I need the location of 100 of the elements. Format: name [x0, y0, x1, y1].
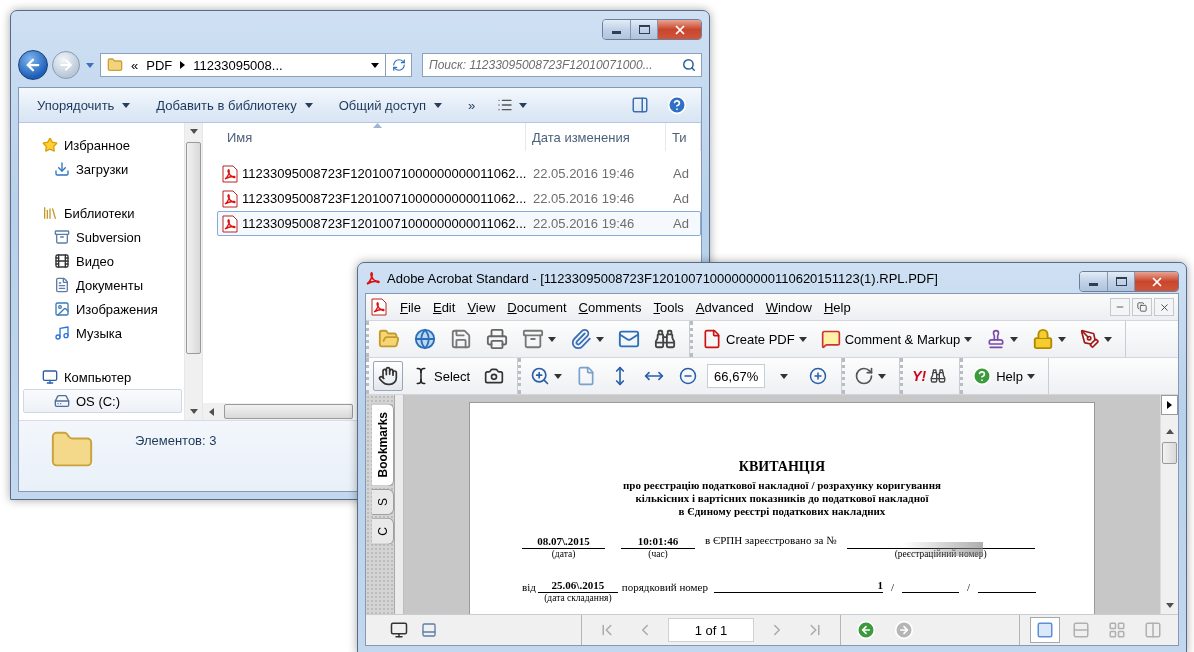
- pen-icon: [1080, 329, 1101, 349]
- preview-pane-icon: [631, 96, 649, 114]
- document-icon: [370, 298, 388, 316]
- column-header[interactable]: Ти: [666, 123, 701, 151]
- caret-icon: [1010, 336, 1019, 342]
- menu-item[interactable]: Advanced: [689, 297, 760, 317]
- pdf-file-icon: [222, 214, 238, 233]
- library-icon: [42, 205, 58, 221]
- pdf-file-icon: [222, 189, 238, 208]
- side-tab[interactable]: S: [372, 489, 394, 516]
- toolbar-menu-button[interactable]: Добавить в библиотеку: [146, 92, 323, 118]
- scroll-thumb[interactable]: [224, 404, 353, 419]
- nav-tree-item[interactable]: Subversion: [23, 225, 182, 249]
- breadcrumb-item[interactable]: 11233095008...: [193, 57, 283, 73]
- back-button[interactable]: [18, 50, 48, 80]
- chevron-icon: [180, 61, 186, 69]
- close-button[interactable]: [1154, 298, 1174, 316]
- date-value: 25.06\.2015: [551, 579, 605, 592]
- camera-icon: [484, 366, 505, 386]
- menu-item[interactable]: View: [461, 297, 502, 317]
- restore-button[interactable]: [1132, 298, 1152, 316]
- breadcrumb-overflow: «: [131, 57, 139, 73]
- help-icon: [972, 366, 993, 386]
- music-note-icon: [54, 325, 70, 341]
- printer-icon: [486, 328, 508, 350]
- menu-item[interactable]: Window: [759, 297, 818, 317]
- nav-tree-item[interactable]: Библиотеки: [23, 201, 182, 225]
- side-tab[interactable]: C: [372, 518, 394, 546]
- list-view-icon: [497, 97, 514, 113]
- field-label: в ЄРПН зареєстровано за №: [705, 534, 837, 547]
- help-icon: [667, 95, 687, 115]
- menu-item[interactable]: Tools: [647, 297, 690, 317]
- column-header[interactable]: Имя: [221, 123, 526, 151]
- star-icon: [42, 137, 58, 153]
- toolbar-menu-button[interactable]: Упорядочить: [27, 92, 141, 118]
- search-field[interactable]: Поиск: 11233095008723F12010071000...: [422, 53, 702, 77]
- page-layout-button[interactable]: [1030, 617, 1060, 643]
- refresh-button[interactable]: [386, 53, 412, 77]
- file-row[interactable]: 11233095008723F12010071000000000011062... 22.05.2016 19:46 Ad: [217, 211, 701, 236]
- menu-item[interactable]: Edit: [426, 297, 462, 317]
- create-pdf-button[interactable]: Create PDF: [697, 324, 812, 354]
- maximize-button[interactable]: [1107, 272, 1134, 291]
- nav-tree-item[interactable]: Загрузки: [23, 157, 182, 181]
- file-row[interactable]: 11233095008723F12010071000000000011062... 22.05.2016 19:46 Ad: [217, 161, 701, 186]
- nav-tree-item[interactable]: Компьютер: [23, 365, 182, 389]
- toolbar-menu-button[interactable]: Общий доступ: [328, 92, 453, 118]
- caret-icon: [1058, 336, 1067, 342]
- page-icon: [576, 366, 597, 386]
- panel-toggle-button[interactable]: [1161, 395, 1178, 415]
- single-page-icon: [1036, 621, 1054, 639]
- hand-icon: [378, 366, 398, 386]
- horizontal-scrollbar[interactable]: [203, 403, 353, 420]
- menu-item[interactable]: File: [394, 297, 427, 317]
- select-tool-button[interactable]: Select: [407, 361, 476, 391]
- menu-item[interactable]: Comments: [572, 297, 648, 317]
- file-name: 11233095008723F12010071000000000011062...: [242, 216, 527, 231]
- page-number-field[interactable]: 1 of 1: [668, 618, 754, 642]
- caret-icon: [122, 102, 131, 108]
- nav-tree-item[interactable]: Музыка: [23, 321, 182, 345]
- history-dropdown[interactable]: [84, 62, 96, 68]
- scroll-up-icon: [1165, 429, 1174, 434]
- scroll-thumb[interactable]: [1162, 442, 1177, 464]
- zoom-field[interactable]: 66,67%: [707, 364, 766, 388]
- nav-tree-item[interactable]: OS (C:): [23, 389, 182, 413]
- side-tab[interactable]: Bookmarks: [372, 403, 394, 487]
- toolbar-logo-button[interactable]: Y!: [907, 361, 952, 391]
- menu-item[interactable]: Document: [501, 297, 573, 317]
- vertical-scrollbar[interactable]: [1160, 395, 1178, 614]
- comment-markup-button[interactable]: Comment & Markup: [815, 324, 978, 354]
- folder-icon: [107, 57, 123, 73]
- maximize-button[interactable]: [630, 20, 657, 39]
- file-name: 11233095008723F12010071000000000011062...: [242, 191, 527, 206]
- mail-icon: [618, 328, 640, 350]
- help-button[interactable]: Help: [967, 361, 1040, 391]
- padlock-icon: [1032, 328, 1055, 350]
- document-subtitle: в Єдиному реєстрі податкових накладних: [678, 505, 886, 518]
- nav-tree-item[interactable]: Изображения: [23, 297, 182, 321]
- minimize-button[interactable]: [1080, 272, 1107, 291]
- file-date: 22.05.2016 19:46: [532, 166, 636, 181]
- maximize-icon: [638, 25, 650, 34]
- separator-text: /: [967, 581, 971, 594]
- scroll-thumb[interactable]: [186, 142, 201, 354]
- minimize-button[interactable]: [603, 20, 630, 39]
- binoculars-icon: [654, 328, 676, 350]
- menu-item[interactable]: Help: [817, 297, 857, 317]
- magnifier-icon: [530, 366, 551, 386]
- address-bar[interactable]: « PDF 11233095008...: [100, 53, 386, 77]
- maximize-icon: [1115, 277, 1127, 286]
- nav-tree-item[interactable]: Избранное: [23, 133, 182, 157]
- caret-icon: [1165, 603, 1174, 608]
- vertical-scrollbar[interactable]: [184, 123, 202, 420]
- document-title: КВИТАНЦІЯ: [738, 459, 826, 475]
- breadcrumb-item[interactable]: PDF: [146, 57, 173, 73]
- download-folder-icon: [54, 161, 70, 177]
- column-header[interactable]: Дата изменения: [526, 123, 666, 151]
- nav-tree-item[interactable]: Документы: [23, 273, 182, 297]
- file-row[interactable]: 11233095008723F12010071000000000011062... 22.05.2016 19:46 Ad: [217, 186, 701, 211]
- more-button[interactable]: »: [458, 92, 486, 118]
- hand-tool-button[interactable]: [373, 361, 403, 391]
- nav-tree-item[interactable]: Видео: [23, 249, 182, 273]
